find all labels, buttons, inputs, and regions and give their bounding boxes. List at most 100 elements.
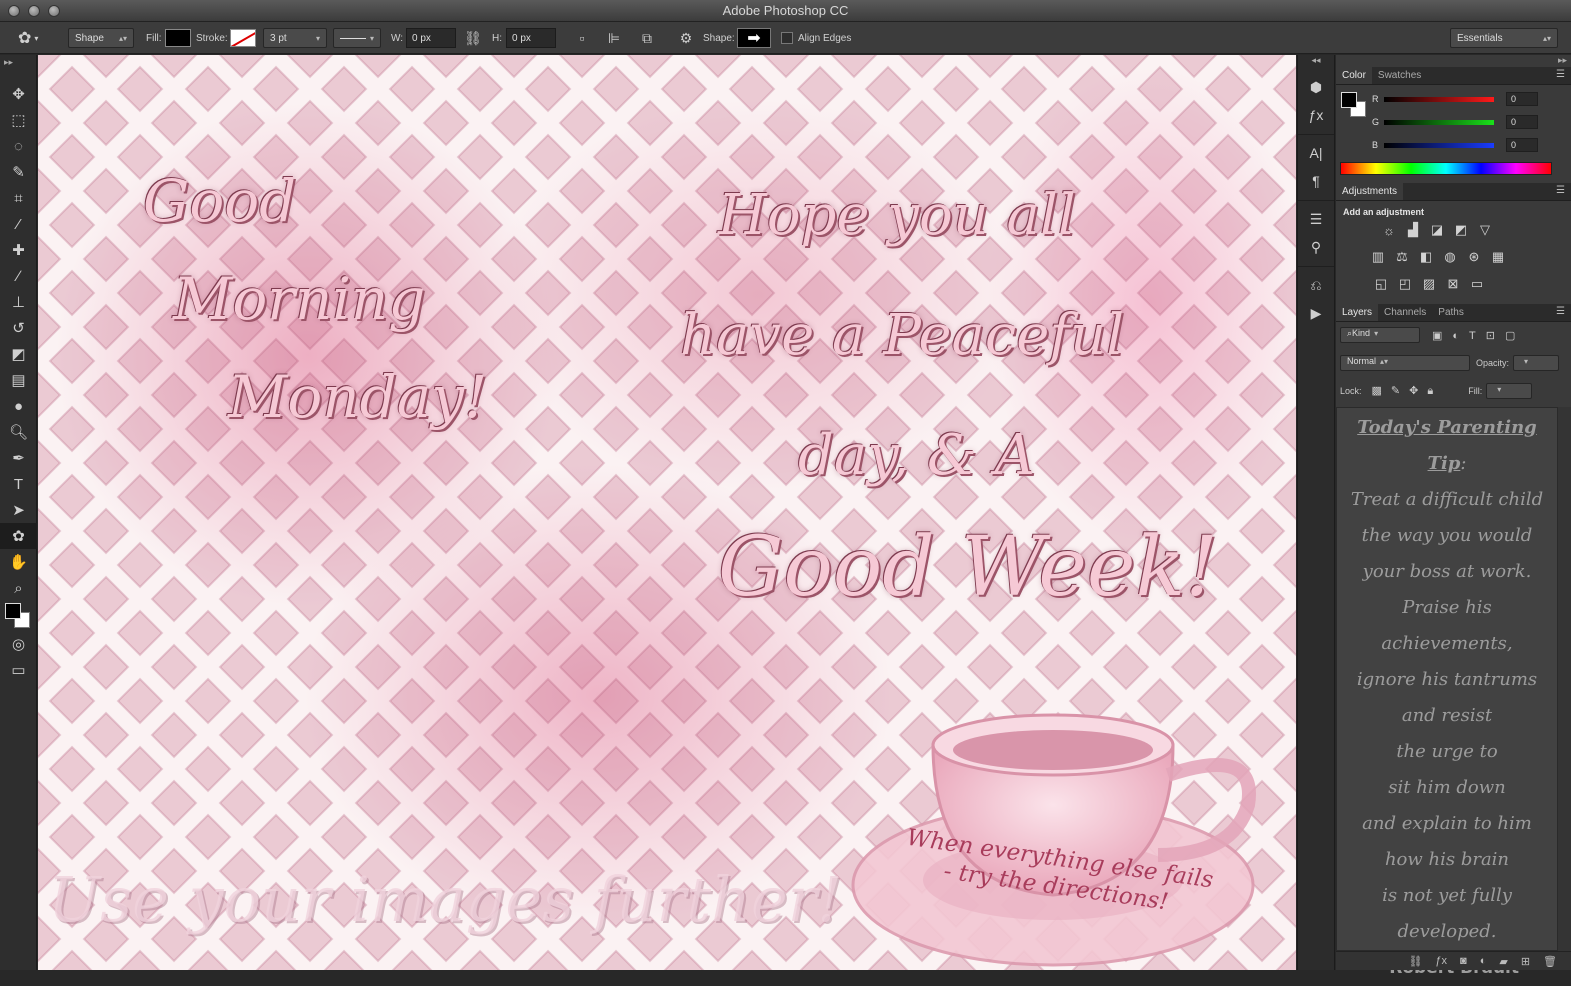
tab-layers[interactable]: Layers (1336, 304, 1379, 321)
red-slider-bar[interactable] (1384, 96, 1494, 102)
lasso-tool-icon[interactable]: ◌ (0, 133, 37, 159)
threshold-icon[interactable]: ▨ (1420, 275, 1438, 293)
color-lookup-icon[interactable]: ▦ (1489, 248, 1507, 266)
color-panel-foreground-swatch[interactable] (1341, 92, 1357, 108)
height-input[interactable]: 0 px (506, 28, 556, 48)
panel-collapse-icon[interactable]: ▸▸ (0, 55, 36, 81)
panel-menu-icon[interactable]: ☰ (1556, 306, 1565, 317)
tab-adjustments[interactable]: Adjustments (1336, 183, 1404, 200)
move-tool-icon[interactable]: ✥ (0, 81, 37, 107)
green-slider-bar[interactable] (1384, 119, 1494, 125)
channel-mixer-icon[interactable]: ⊛ (1465, 248, 1483, 266)
brush-tool-icon[interactable]: ∕ (0, 263, 37, 289)
tab-color[interactable]: Color (1336, 67, 1372, 84)
gradient-tool-icon[interactable]: ▤ (0, 367, 37, 393)
history-panel-icon[interactable]: ⎌ (1298, 271, 1334, 299)
clone-stamp-tool-icon[interactable]: ⊥ (0, 289, 37, 315)
paragraph-panel-icon[interactable]: ¶ (1298, 167, 1334, 195)
brightness-contrast-icon[interactable]: ☼ (1380, 221, 1398, 239)
panel-menu-icon[interactable]: ☰ (1556, 185, 1565, 196)
link-icon[interactable]: ⛓ (464, 28, 482, 48)
character-panel-icon[interactable]: A| (1298, 139, 1334, 167)
healing-brush-tool-icon[interactable]: ✚ (0, 237, 37, 263)
selective-color-icon[interactable]: ⊠ (1444, 275, 1462, 293)
panels-collapse-icon[interactable]: ▸▸ (1558, 55, 1567, 66)
marquee-tool-icon[interactable]: ⬚ (0, 107, 37, 133)
shape-picker[interactable]: ➡ (737, 28, 771, 48)
color-spectrum-bar[interactable] (1340, 162, 1552, 175)
path-alignment-icon[interactable]: ⊫ (605, 28, 623, 48)
stroke-width-dropdown[interactable]: 3 pt ▾ (263, 28, 327, 48)
new-group-icon[interactable]: ▰ (1499, 955, 1507, 968)
path-selection-tool-icon[interactable]: ➤ (0, 497, 37, 523)
color-balance-icon[interactable]: ⚖ (1393, 248, 1411, 266)
eraser-tool-icon[interactable]: ◩ (0, 341, 37, 367)
type-tool-icon[interactable]: T (0, 471, 37, 497)
posterize-icon[interactable]: ◰ (1396, 275, 1414, 293)
hue-saturation-icon[interactable]: ▥ (1369, 248, 1387, 266)
eyedropper-tool-icon[interactable]: ⁄ (0, 211, 37, 237)
path-arrangement-icon[interactable]: ⧉ (638, 28, 656, 48)
properties-panel-icon[interactable]: ☰ (1298, 205, 1334, 233)
dock-collapse-icon[interactable]: ◂◂ (1298, 55, 1334, 73)
green-channel-value[interactable]: 0 (1506, 115, 1538, 129)
document-canvas[interactable]: Good Morning Monday! Hope you all have a… (38, 55, 1296, 970)
workspace-dropdown[interactable]: Essentials ▴▾ (1450, 28, 1558, 48)
blue-channel-slider[interactable]: B 0 (1372, 138, 1538, 152)
quick-selection-tool-icon[interactable]: ✎ (0, 159, 37, 185)
opacity-input[interactable]: ▾ (1513, 355, 1560, 371)
add-mask-icon[interactable]: ◙ (1460, 955, 1467, 967)
link-layers-icon[interactable]: ⛓ (1408, 955, 1422, 968)
new-layer-icon[interactable]: ⊞ (1521, 955, 1530, 968)
tool-mode-dropdown[interactable]: Shape ▴▾ (68, 28, 134, 48)
screen-mode-icon[interactable]: ▭ (0, 657, 37, 683)
levels-icon[interactable]: ▟ (1404, 221, 1422, 239)
stroke-type-dropdown[interactable]: ▾ (333, 28, 381, 48)
brush-presets-icon[interactable]: ⚲ (1298, 233, 1334, 261)
tab-swatches[interactable]: Swatches (1372, 67, 1427, 84)
foreground-color-swatch[interactable] (5, 603, 21, 619)
layer-filter-icons[interactable]: ▣◐T⊡▢ (1432, 329, 1525, 342)
crop-tool-icon[interactable]: ⌗ (0, 185, 37, 211)
red-channel-slider[interactable]: R 0 (1372, 92, 1538, 106)
trash-icon[interactable]: 🗑︎ (1543, 955, 1557, 968)
actions-play-icon[interactable]: ▶ (1298, 299, 1334, 327)
custom-shape-tool-preset-icon[interactable]: ✿ ▾ (18, 28, 38, 48)
3d-panel-icon[interactable]: ⬢ (1298, 73, 1334, 101)
stroke-swatch[interactable] (230, 28, 256, 48)
panel-menu-icon[interactable]: ☰ (1556, 69, 1565, 80)
layer-style-fx-icon[interactable]: ƒx (1435, 955, 1447, 967)
exposure-icon[interactable]: ◩ (1452, 221, 1470, 239)
vibrance-icon[interactable]: ▽ (1476, 221, 1494, 239)
tab-channels[interactable]: Channels (1378, 304, 1432, 321)
blur-tool-icon[interactable]: ● (0, 393, 37, 419)
dodge-tool-icon[interactable]: 🔍︎ (0, 419, 37, 445)
red-channel-value[interactable]: 0 (1506, 92, 1538, 106)
zoom-tool-icon[interactable]: ⌕ (0, 575, 37, 601)
green-channel-slider[interactable]: G 0 (1372, 115, 1538, 129)
blend-mode-dropdown[interactable]: Normal ▴▾ (1340, 355, 1470, 371)
curves-icon[interactable]: ◪ (1428, 221, 1446, 239)
invert-icon[interactable]: ◱ (1372, 275, 1390, 293)
pen-tool-icon[interactable]: ✒ (0, 445, 37, 471)
gear-icon[interactable]: ⚙ (677, 28, 695, 48)
path-operations-icon[interactable]: ▫ (573, 28, 591, 48)
color-wells[interactable] (0, 601, 37, 631)
hand-tool-icon[interactable]: ✋ (0, 549, 37, 575)
black-white-icon[interactable]: ◧ (1417, 248, 1435, 266)
history-brush-tool-icon[interactable]: ↺ (0, 315, 37, 341)
fill-input[interactable]: ▾ (1486, 383, 1533, 399)
align-edges-checkbox[interactable]: Align Edges (781, 28, 851, 48)
photo-filter-icon[interactable]: ◍ (1441, 248, 1459, 266)
fill-swatch[interactable] (165, 28, 191, 48)
layers-scrollbar[interactable] (1558, 407, 1571, 951)
blue-slider-bar[interactable] (1384, 142, 1494, 148)
width-input[interactable]: 0 px (406, 28, 456, 48)
adjustment-layer-icon[interactable]: ◐ (1480, 955, 1487, 967)
gradient-map-icon[interactable]: ▭ (1468, 275, 1486, 293)
blue-channel-value[interactable]: 0 (1506, 138, 1538, 152)
styles-fx-icon[interactable]: ƒx (1298, 101, 1334, 129)
lock-icons[interactable]: ▩✎✥🔒︎ (1372, 384, 1443, 398)
filter-kind-dropdown[interactable]: ⌕Kind ▾ (1340, 327, 1420, 343)
quick-mask-icon[interactable]: ◎ (0, 631, 37, 657)
